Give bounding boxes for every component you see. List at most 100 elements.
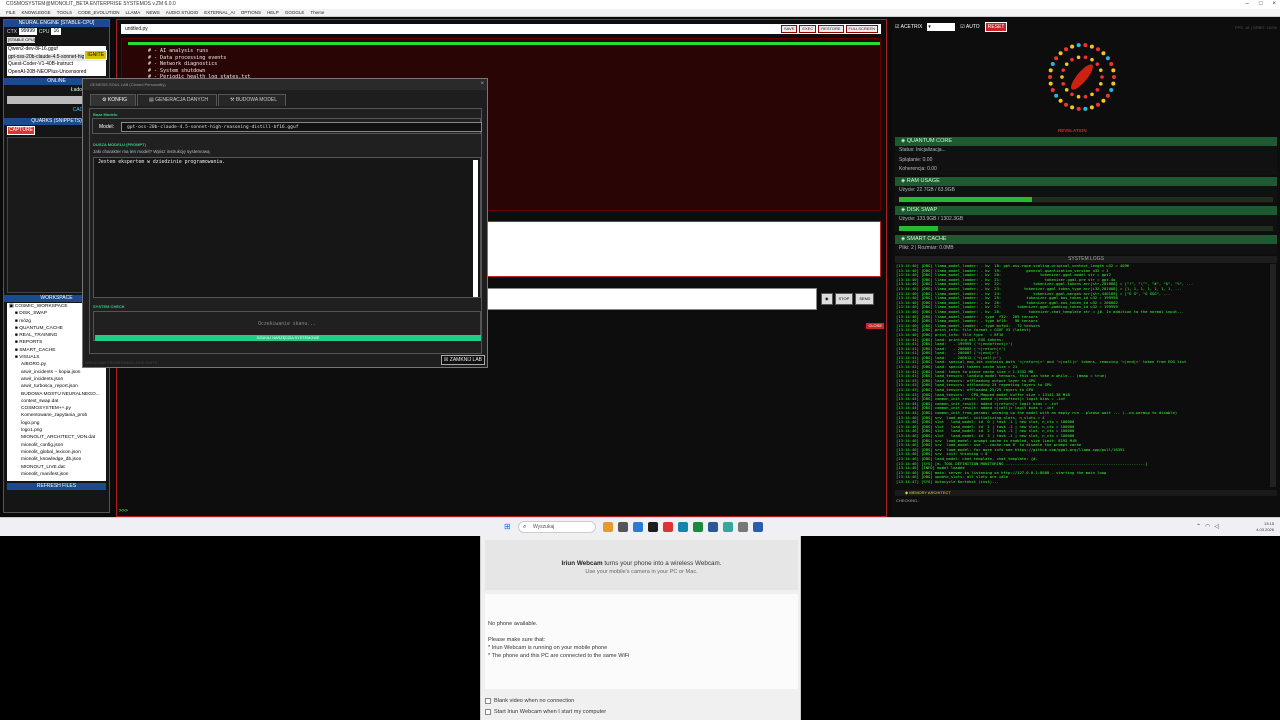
app-icon[interactable] (693, 522, 703, 532)
logs-scrollbar[interactable] (1270, 264, 1276, 487)
scan-system-tools-button[interactable]: SZUKAJ NARZĘDZIA SYSTEMOWE (95, 335, 481, 341)
model-list-item[interactable]: OpenAI-20B-NEOPlus-Uncensored (8, 69, 106, 77)
tab-generacja-danych[interactable]: ▤ GENERACJA DANYCH (137, 94, 217, 106)
tree-item[interactable]: Komentowane_zapytania_prob (9, 412, 106, 419)
menu-code-evolution[interactable]: CODE_EVOLUTION (78, 9, 120, 16)
tree-item[interactable]: mionolit_knowledge_db.json (9, 456, 106, 463)
orbit-dot (1083, 43, 1088, 48)
tree-item[interactable]: arwir_incidents.json (9, 376, 106, 383)
soul-prompt-textarea[interactable]: Jestem ekspertem w dziedzinie programowa… (93, 157, 481, 298)
tree-item[interactable]: context_swap.dat (9, 398, 106, 405)
volume-icon[interactable]: ◁ (1214, 523, 1219, 530)
dialog-titlebar: GENESIS SOUL LAB (Cloned Personality) × (83, 79, 487, 90)
ctx-input[interactable]: 99999 (19, 28, 37, 35)
menu-llama[interactable]: LLAMA (125, 9, 140, 16)
ignite-button[interactable]: IGNITE (84, 50, 107, 60)
editor-file-name[interactable]: untitled.py (125, 26, 148, 32)
explorer-icon[interactable] (633, 522, 643, 532)
capture-button[interactable]: CAPTURE (7, 126, 35, 135)
save-button[interactable]: SAVE (781, 25, 798, 33)
tree-item-label: mózg (19, 318, 31, 324)
menu-external-ai[interactable]: EXTERNAL_AI (204, 9, 235, 16)
close-icon[interactable]: × (1272, 0, 1276, 9)
tree-item[interactable]: mionolit_config.json (9, 442, 106, 449)
desktop: COSMOSYSTEM@MONOLIT_BETA ENTERPRISE SYST… (0, 0, 1280, 536)
menu-knowledge[interactable]: KNOWLEDGE (22, 9, 51, 16)
tree-item[interactable]: logo.png (9, 420, 106, 427)
tree-item[interactable]: mionolit_global_lexicon.json (9, 449, 106, 456)
auto-checkbox[interactable]: ☑ AUTO (960, 24, 979, 30)
model-field[interactable]: gpt-oss-20b-claude-4.5-sonnet-high-reaso… (121, 122, 482, 132)
terminal-close-button[interactable]: CLOSE (866, 323, 884, 329)
wifi-icon[interactable]: ◠ (1205, 523, 1210, 530)
tree-item[interactable]: MIONOUT_LIVE.dat (9, 464, 106, 471)
restore-button[interactable]: RESTORE (818, 25, 844, 33)
tree-item[interactable]: mionolit_manifest.json (9, 471, 106, 478)
tree-item-label: MIONOLIT_ARCHITECT_VDN.dat (21, 435, 96, 441)
menu-file[interactable]: FILE (6, 9, 16, 16)
terminal-icon[interactable] (648, 522, 658, 532)
app-icon[interactable] (738, 522, 748, 532)
cpu-input[interactable]: 16 (51, 28, 62, 35)
tree-item[interactable]: BUDOWA MOSTU NEURALNEGO... (9, 391, 106, 398)
system-logs[interactable]: [13:14:40] [DBG] llama_model_loader: - k… (895, 264, 1269, 487)
record-icon[interactable]: ◉ (821, 293, 833, 305)
chevron-up-icon[interactable]: ⌃ (1196, 523, 1201, 530)
quantum-entanglement: Splątanie: 0.00 (899, 156, 933, 163)
chrome-icon[interactable] (663, 522, 673, 532)
fullscreen-button[interactable]: FULLSCREEN (845, 25, 878, 33)
stop-button[interactable]: STOP (834, 293, 854, 305)
quantum-core-header: ◈ QUANTUM CORE (895, 137, 1277, 146)
tree-item[interactable]: logo1.png (9, 427, 106, 434)
tab-konfig[interactable]: ⚙ KONFIG (90, 94, 137, 106)
tree-item[interactable]: COSMOSYSTEM++.py (9, 405, 106, 412)
windows-start-icon[interactable]: ⊞ (504, 523, 512, 531)
tree-item-label: MIONOUT_LIVE.dat (21, 464, 65, 470)
acetrix-checkbox[interactable]: ☑ ACETRIX (895, 24, 922, 30)
system-logs-header: SYSTEM LOGS (895, 256, 1277, 263)
dialog-close-icon[interactable]: × (480, 79, 484, 90)
taskbar-search[interactable]: ⌕ Wyszukaj (518, 521, 596, 533)
tree-item[interactable]: arwir_turbosca_report.json (9, 383, 106, 390)
orbit-dot (1090, 57, 1094, 62)
exec-button[interactable]: EXEC (799, 25, 817, 33)
model-list-item[interactable]: Quest-Coder-V1-40B-Instruct (8, 61, 106, 69)
tree-item[interactable]: MIONOLIT_ARCHITECT_VDN.dat (9, 434, 106, 441)
menu-news[interactable]: NEWS (146, 9, 160, 16)
menu-tools[interactable]: TOOLS (57, 9, 72, 16)
menu-options[interactable]: OPTIONS (241, 9, 261, 16)
orbit-dot (1089, 44, 1094, 49)
engine-mode-select[interactable]: [STABLE CPU] (7, 37, 35, 43)
orbit-dot (1098, 68, 1103, 72)
task-view-icon[interactable] (618, 522, 628, 532)
app-icon[interactable] (723, 522, 733, 532)
quantum-coherence: Koherencja: 0.00 (899, 166, 937, 172)
close-lab-button[interactable]: ☒ ZAMKNIJ LAB (440, 355, 485, 365)
maximize-icon[interactable]: □ (1259, 0, 1263, 9)
clock[interactable]: 13:15 4.03.2026 (1256, 521, 1274, 533)
menu-theme[interactable]: Theme (310, 9, 324, 16)
chat-buttons: ◉ STOP SEND (821, 293, 875, 305)
reset-button[interactable]: RESET (984, 22, 1008, 32)
autostart-checkbox[interactable]: Start Iriun Webcam when I start my compu… (485, 707, 606, 718)
send-button[interactable]: SEND (855, 293, 875, 305)
edge-icon[interactable] (678, 522, 688, 532)
acetrix-input[interactable]: ▾ (927, 23, 956, 31)
menu-help[interactable]: HELP (267, 9, 279, 16)
menu-audio-studio[interactable]: AUDIO STUDIO (166, 9, 199, 16)
terminal-prompt[interactable]: >>> (119, 508, 128, 514)
blank-video-checkbox[interactable]: Blank video when no connection (485, 696, 606, 707)
refresh-files-button[interactable]: REFRESH FILES (7, 483, 106, 490)
tree-item[interactable]: arwir_incidents -- kopia.json (9, 369, 106, 376)
tree-item-label: COSMIC_WORKSPACE (14, 304, 68, 309)
menu-google[interactable]: GOOGLE (285, 9, 305, 16)
tab-budowa-model[interactable]: ⚒ BUDOWA MODEL (217, 94, 287, 106)
soul-scrollbar[interactable] (473, 160, 478, 297)
minimize-icon[interactable]: – (1246, 0, 1249, 9)
orbit-dot (1096, 102, 1100, 107)
widgets-icon[interactable] (603, 522, 613, 532)
disk-bar-fill (899, 225, 938, 231)
vscode-icon[interactable] (708, 522, 718, 532)
app-icon[interactable] (753, 522, 763, 532)
dialog-title: GENESIS SOUL LAB (Cloned Personality) (90, 82, 166, 87)
